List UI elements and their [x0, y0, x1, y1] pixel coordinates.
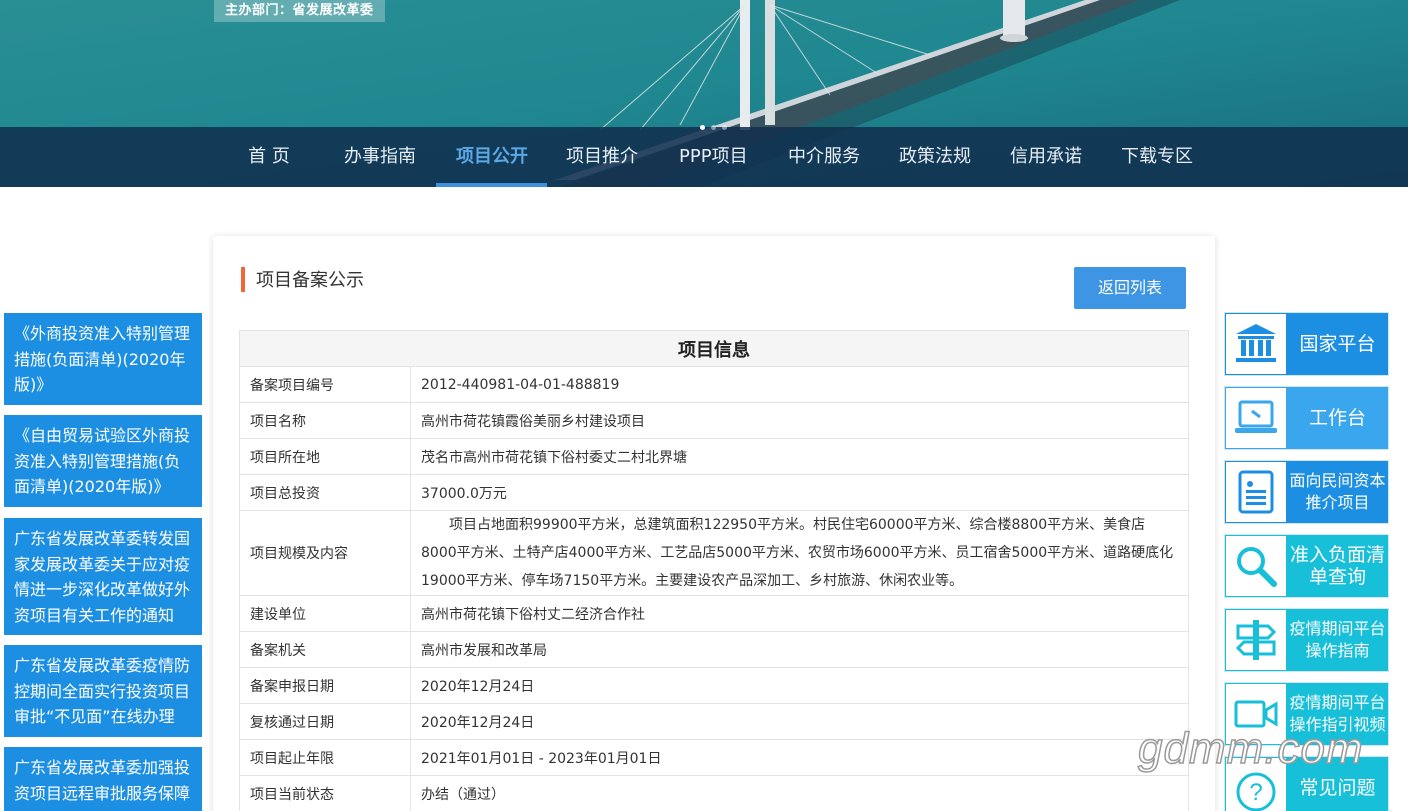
table-title: 项目信息	[239, 330, 1189, 367]
table-row: 项目所在地 茂名市高州市荷花镇下俗村委丈二村北界塘	[239, 438, 1189, 475]
row-value: 茂名市高州市荷花镇下俗村委丈二村北界塘	[410, 438, 1189, 475]
row-label: 项目名称	[239, 402, 411, 439]
row-label: 项目当前状态	[239, 775, 411, 811]
row-value: 2020年12月24日	[410, 667, 1189, 704]
row-value: 办结（通过）	[410, 775, 1189, 811]
row-label: 复核通过日期	[239, 703, 411, 740]
table-row: 备案申报日期 2020年12月24日	[239, 667, 1189, 704]
nav-item-credit[interactable]: 信用承诺	[1009, 127, 1083, 187]
tile-negative-list-query[interactable]: 准入负面清单查询	[1224, 534, 1389, 598]
nav-item-intermediary[interactable]: 中介服务	[787, 127, 861, 187]
row-label: 项目总投资	[239, 474, 411, 511]
table-row: 项目起止年限 2021年01月01日 - 2023年01月01日	[239, 739, 1189, 776]
title-accent-bar	[241, 267, 245, 292]
row-value: 2021年01月01日 - 2023年01月01日	[410, 739, 1189, 776]
nav-item-project-disclosure[interactable]: 项目公开	[455, 127, 529, 187]
svg-text:?: ?	[1249, 779, 1262, 806]
tile-label: 面向民间资本推介项目	[1289, 471, 1386, 512]
tile-label: 工作台	[1308, 407, 1366, 429]
nav-item-home[interactable]: 首 页	[248, 127, 290, 187]
table-row: 备案项目编号 2012-440981-04-01-488819	[239, 366, 1189, 403]
site-watermark: gdmm.com	[1137, 723, 1364, 774]
table-row: 复核通过日期 2020年12月24日	[239, 703, 1189, 740]
row-label: 项目起止年限	[239, 739, 411, 776]
row-value: 高州市荷花镇下俗村丈二经济合作社	[410, 595, 1189, 632]
left-link-forward-notice[interactable]: 广东省发展改革委转发国家发展改革委关于应对疫情进一步深化改革做好外资项目有关工作…	[4, 518, 202, 635]
nav-item-project-promotion[interactable]: 项目推介	[565, 127, 639, 187]
sponsor-label: 主办部门：省发展改革委	[214, 0, 385, 22]
page-title: 项目备案公示	[256, 270, 364, 291]
row-label: 项目规模及内容	[239, 510, 411, 596]
tile-national-platform[interactable]: 国家平台	[1224, 312, 1389, 376]
table-row: 项目总投资 37000.0万元	[239, 474, 1189, 511]
row-value: 37000.0万元	[410, 474, 1189, 511]
table-row: 项目名称 高州市荷花镇霞俗美丽乡村建设项目	[239, 402, 1189, 439]
row-value: 2020年12月24日	[410, 703, 1189, 740]
row-label: 备案项目编号	[239, 366, 411, 403]
tile-epidemic-guide[interactable]: 疫情期间平台操作指南	[1224, 608, 1389, 672]
project-info-table: 项目信息 备案项目编号 2012-440981-04-01-488819 项目名…	[239, 330, 1189, 811]
left-link-ftz-negative-list[interactable]: 《自由贸易试验区外商投资准入特别管理措施(负面清单)(2020年版)》	[4, 415, 202, 507]
table-row: 建设单位 高州市荷花镇下俗村丈二经济合作社	[239, 595, 1189, 632]
table-row: 项目规模及内容 项目占地面积99900平方米，总建筑面积122950平方米。村民…	[239, 510, 1189, 596]
table-row: 备案机关 高州市发展和改革局	[239, 631, 1189, 668]
row-value: 高州市荷花镇霞俗美丽乡村建设项目	[410, 402, 1189, 439]
tile-label: 疫情期间平台操作指南	[1289, 619, 1386, 660]
document-list-icon	[1238, 470, 1274, 514]
back-to-list-button[interactable]: 返回列表	[1074, 267, 1186, 309]
row-label: 建设单位	[239, 595, 411, 632]
nav-item-download[interactable]: 下载专区	[1120, 127, 1194, 187]
tile-private-capital-projects[interactable]: 面向民间资本推介项目	[1224, 460, 1389, 524]
row-value: 项目占地面积99900平方米，总建筑面积122950平方米。村民住宅60000平…	[410, 510, 1189, 596]
nav-active-indicator	[436, 183, 547, 187]
table-row: 项目当前状态 办结（通过）	[239, 775, 1189, 811]
tile-label: 准入负面清单查询	[1289, 544, 1385, 588]
row-label: 备案申报日期	[239, 667, 411, 704]
row-label: 备案机关	[239, 631, 411, 668]
nav-item-ppp[interactable]: PPP项目	[679, 127, 748, 187]
left-link-online-approval[interactable]: 广东省发展改革委疫情防控期间全面实行投资项目审批“不见面”在线办理	[4, 645, 202, 737]
nav-item-guide[interactable]: 办事指南	[343, 127, 417, 187]
left-link-negative-list[interactable]: 《外商投资准入特别管理措施(负面清单)(2020年版)》	[4, 313, 202, 405]
laptop-icon	[1235, 400, 1277, 433]
nav-item-policy[interactable]: 政策法规	[898, 127, 972, 187]
search-icon	[1237, 547, 1277, 587]
tile-label: 国家平台	[1299, 333, 1376, 355]
left-link-remote-approval[interactable]: 广东省发展改革委加强投资项目远程审批服务保障	[4, 747, 202, 811]
row-value: 2012-440981-04-01-488819	[410, 366, 1189, 403]
government-building-icon	[1236, 324, 1276, 362]
tile-workbench[interactable]: 工作台	[1224, 386, 1389, 450]
signpost-icon	[1235, 620, 1277, 660]
row-value: 高州市发展和改革局	[410, 631, 1189, 668]
row-label: 项目所在地	[239, 438, 411, 475]
